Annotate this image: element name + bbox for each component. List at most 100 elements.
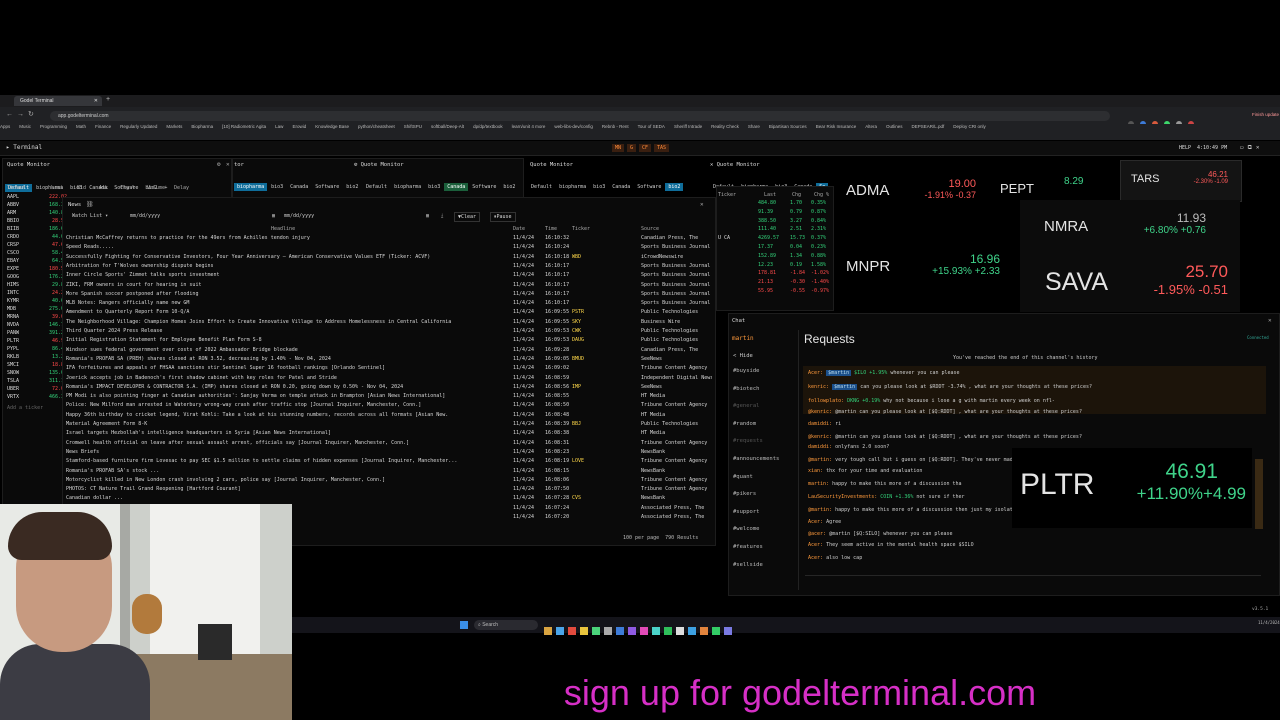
ticker-tag[interactable]: COIN +1.36% bbox=[880, 494, 913, 500]
tile-tars[interactable]: TARS bbox=[1131, 173, 1160, 185]
add-ticker-input[interactable]: Add a ticker bbox=[7, 405, 43, 411]
window-controls[interactable]: ▭⧉✕ bbox=[1240, 144, 1264, 152]
news-row[interactable]: MLB Notes: Rangers officially name new G… bbox=[66, 300, 712, 307]
tile-adma[interactable]: ADMA bbox=[846, 182, 889, 199]
hide-button[interactable]: < Hide bbox=[733, 353, 753, 359]
tile-pltr[interactable]: PLTR bbox=[1020, 468, 1094, 502]
fn-key-mn[interactable]: MN bbox=[612, 144, 625, 152]
message-user[interactable]: @kenric: bbox=[808, 409, 832, 415]
message-user[interactable]: Acer: bbox=[808, 555, 823, 561]
ticker[interactable]: PSTR bbox=[572, 309, 637, 316]
calendar-icon[interactable]: ▦ bbox=[426, 213, 429, 219]
bookmark-item[interactable]: Finance bbox=[95, 124, 111, 129]
message-user[interactable]: followplato: bbox=[808, 398, 844, 404]
link-icon[interactable]: ⛓ bbox=[86, 201, 94, 208]
quote-row[interactable]: TSLA 311.18 bbox=[7, 378, 67, 385]
close-icon[interactable]: ✕ bbox=[700, 201, 704, 208]
quote-row[interactable]: 91.39 0.79 0.87% bbox=[718, 209, 832, 216]
date-from-input[interactable]: mm/dd/yyyy bbox=[130, 213, 220, 221]
bookmark-item[interactable]: Programming bbox=[40, 124, 67, 129]
channel-item[interactable]: #announcements bbox=[733, 456, 779, 473]
calendar-icon[interactable]: ▦ bbox=[272, 213, 275, 219]
channel-item[interactable]: #requests bbox=[733, 438, 763, 455]
bookmark-item[interactable]: Apps bbox=[0, 124, 10, 129]
bookmark-item[interactable]: Rebnb - Rent bbox=[602, 124, 629, 129]
tab-default[interactable]: Default bbox=[528, 183, 555, 191]
quote-row[interactable]: ARM 140.88 bbox=[7, 210, 67, 217]
news-row[interactable]: Romania's PROFAB SA's stock ... 11/4/24 16… bbox=[66, 468, 712, 475]
quote-row[interactable]: PANW 391.21 bbox=[7, 330, 67, 337]
quote-row[interactable]: 178.81 -1.84 -1.02% bbox=[718, 270, 832, 277]
message-user[interactable]: damiddi: bbox=[808, 421, 832, 427]
bookmark-item[interactable]: Law bbox=[275, 124, 283, 129]
quote-row[interactable]: SNOW 135.00 bbox=[7, 370, 67, 377]
mention[interactable]: $martin bbox=[826, 370, 852, 376]
tab-bio2[interactable]: bio2 bbox=[665, 183, 684, 191]
bookmark-item[interactable]: Altera bbox=[865, 124, 877, 129]
extension-icons[interactable] bbox=[1128, 112, 1268, 127]
tab-bio2[interactable]: bio2 bbox=[500, 183, 518, 191]
quote-row[interactable]: HIMS 29.89 bbox=[7, 282, 67, 289]
quote-row[interactable]: PLTR 46.91 bbox=[7, 338, 67, 345]
quote-row[interactable]: EBAY 64.52 bbox=[7, 258, 67, 265]
news-row[interactable]: Motorcyclist killed in New London crash … bbox=[66, 477, 712, 484]
channel-item[interactable]: #features bbox=[733, 544, 763, 561]
channel-item[interactable]: #quant bbox=[733, 474, 753, 491]
quote-row[interactable]: 484.80 1.70 0.35% bbox=[718, 200, 832, 207]
ticker[interactable]: DAUG bbox=[572, 337, 637, 344]
quote-row[interactable]: CRSP 47.67 bbox=[7, 242, 67, 249]
news-row[interactable]: Speed Reads..... 11/4/24 16:10:24 Sports Bu… bbox=[66, 244, 712, 251]
quote-row[interactable]: EXPE 180.56 bbox=[7, 266, 67, 273]
quote-row[interactable]: SMCI 18.86 bbox=[7, 362, 67, 369]
message-user[interactable]: @martin: bbox=[808, 507, 832, 513]
bookmark-item[interactable]: Bear Risk Insurance bbox=[816, 124, 857, 129]
channel-item[interactable]: #sellside bbox=[733, 562, 763, 579]
channel-item[interactable]: #biotech bbox=[733, 386, 760, 403]
news-row[interactable]: News Briefs 11/4/24 16:08:23 NewsBank bbox=[66, 449, 712, 456]
news-row[interactable]: Material Agreement Form 8-K 11/4/24 16:08:… bbox=[66, 421, 712, 428]
bookmark-item[interactable]: dp/dp/textbook bbox=[473, 124, 503, 129]
url-bar[interactable]: app.godelterminal.com bbox=[50, 111, 1110, 121]
bookmark-item[interactable]: Regularly Updated bbox=[120, 124, 157, 129]
tab-bio3[interactable]: bio3 bbox=[425, 183, 443, 191]
news-row[interactable]: PHOTOS: CT Nature Trail Grand Reopening … bbox=[66, 486, 712, 493]
channel-item[interactable]: #welcome bbox=[733, 526, 760, 543]
date-to-input[interactable]: mm/dd/yyyy bbox=[284, 213, 374, 221]
ticker[interactable]: IMP bbox=[572, 384, 637, 391]
channel-item[interactable]: #general bbox=[733, 403, 760, 420]
bookmark-item[interactable]: web-libs-dev/config bbox=[554, 124, 593, 129]
news-row[interactable]: Canadian dollar ... 11/4/24 16:07:28 CVS New… bbox=[66, 495, 712, 502]
news-row[interactable]: Israel targets Hezbollah's intelligence … bbox=[66, 430, 712, 437]
bookmark-item[interactable]: Music bbox=[19, 124, 31, 129]
fn-key-g[interactable]: G bbox=[627, 144, 637, 152]
tab-canada[interactable]: Canada bbox=[609, 183, 633, 191]
fn-key-tas[interactable]: TAS bbox=[654, 144, 670, 152]
bookmark-item[interactable]: Markets bbox=[166, 124, 182, 129]
news-row[interactable]: Cromwell health official on leave after … bbox=[66, 440, 712, 447]
message-user[interactable]: xian: bbox=[808, 468, 823, 474]
quote-row[interactable]: 111.40 2.51 2.31% bbox=[718, 226, 832, 233]
windows-start-icon[interactable] bbox=[460, 621, 468, 629]
news-row[interactable]: Romania's PROFAB SA (PREH) shares closed… bbox=[66, 356, 712, 363]
tile-mnpr[interactable]: MNPR bbox=[846, 258, 890, 275]
nav-buttons[interactable]: ←→↻ bbox=[6, 110, 38, 118]
bookmark-item[interactable]: softball/Deep-Alt bbox=[431, 124, 464, 129]
ticker[interactable]: WBD bbox=[572, 254, 637, 261]
quote-row[interactable]: RKLB 13.24 bbox=[7, 354, 67, 361]
tile-nmra[interactable]: NMRA bbox=[1044, 218, 1088, 235]
news-row[interactable]: Romania's IMPACT DEVELOPER & CONTRACTOR … bbox=[66, 384, 712, 391]
tab-biopharma[interactable]: biopharma bbox=[234, 183, 268, 191]
news-row[interactable]: Police: New Milford man arrested in Wate… bbox=[66, 402, 712, 409]
chat-input[interactable] bbox=[805, 575, 1261, 586]
message-user[interactable]: LauSecurityInvestments: bbox=[808, 494, 877, 500]
browser-tab[interactable]: Godel Terminal ✕ bbox=[14, 96, 102, 106]
channel-item[interactable]: #random bbox=[733, 421, 756, 438]
pause-button[interactable]: ⏸Pause bbox=[490, 212, 516, 222]
per-page-select[interactable]: 100 per page bbox=[623, 535, 659, 541]
bookmark-item[interactable]: Math bbox=[76, 124, 86, 129]
tab-software[interactable]: Software bbox=[469, 183, 499, 191]
quote-row[interactable]: 152.89 1.34 0.88% bbox=[718, 253, 832, 260]
news-row[interactable]: Happy 36th birthday to cricket legend, V… bbox=[66, 412, 712, 419]
mention[interactable]: $martin bbox=[832, 384, 858, 390]
bookmark-item[interactable]: Biopharma bbox=[191, 124, 213, 129]
